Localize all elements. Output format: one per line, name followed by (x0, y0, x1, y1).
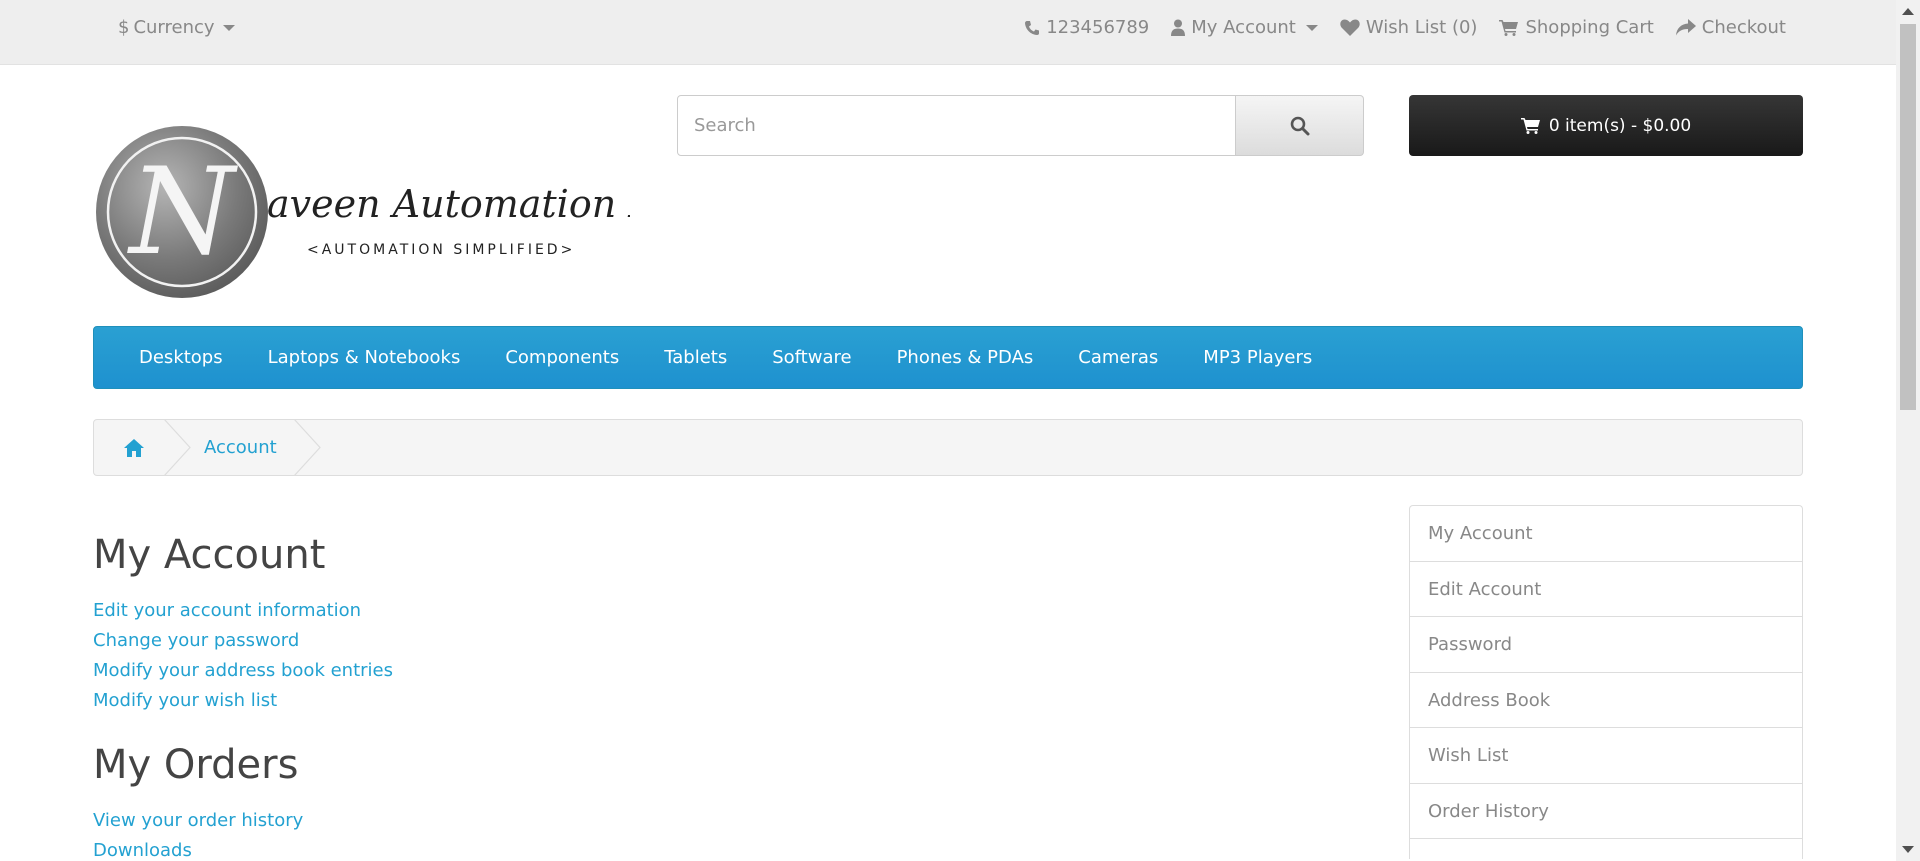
checkout-label: Checkout (1701, 17, 1786, 38)
scroll-down-arrow-icon[interactable] (1902, 846, 1914, 853)
currency-label: Currency (133, 17, 215, 38)
order-links: View your order history Downloads (93, 806, 303, 861)
sidebar-item-edit-account[interactable]: Edit Account (1410, 562, 1802, 617)
menu-item-cameras[interactable]: Cameras (1078, 347, 1158, 368)
main-menu: Desktops Laptops & Notebooks Components … (93, 326, 1803, 389)
address-book-link[interactable]: Modify your address book entries (93, 660, 393, 681)
wishlist-link[interactable]: Modify your wish list (93, 690, 277, 711)
breadcrumb-home[interactable] (94, 420, 174, 475)
wishlist-label: Wish List (0) (1365, 17, 1478, 38)
chevron-down-icon (1305, 24, 1318, 31)
sidebar-item-my-account[interactable]: My Account (1410, 506, 1802, 562)
list-item: Modify your wish list (93, 686, 393, 716)
user-icon (1171, 19, 1186, 36)
sidebar-item-order-history[interactable]: Order History (1410, 784, 1802, 839)
top-links: 123456789 My Account Wish List (0) Shopp… (1024, 17, 1786, 38)
list-item: Change your password (93, 626, 393, 656)
breadcrumb: Account (93, 419, 1803, 476)
breadcrumb-separator (164, 419, 191, 476)
checkout-link[interactable]: Checkout (1675, 17, 1786, 38)
top-bar: $ Currency 123456789 My Account Wish Lis… (0, 0, 1896, 65)
list-item: Modify your address book entries (93, 656, 393, 686)
sidebar-item-address-book[interactable]: Address Book (1410, 673, 1802, 728)
my-account-heading: My Account (93, 532, 326, 578)
heart-icon (1340, 19, 1360, 36)
currency-dropdown[interactable]: $ Currency (118, 17, 235, 38)
cart-button[interactable]: 0 item(s) - $0.00 (1409, 95, 1803, 156)
svg-text:<AUTOMATION SIMPLIFIED>: <AUTOMATION SIMPLIFIED> (307, 242, 575, 258)
list-item: Edit your account information (93, 596, 393, 626)
logo-image: N aveen Automation Labs <AUTOMATION SIMP… (96, 126, 720, 298)
phone-number: 123456789 (1046, 17, 1150, 38)
menu-item-phones-pdas[interactable]: Phones & PDAs (897, 347, 1034, 368)
my-account-dropdown[interactable]: My Account (1171, 17, 1318, 38)
page-scrollbar[interactable] (1896, 0, 1920, 861)
chevron-down-icon (222, 24, 235, 31)
scroll-thumb[interactable] (1900, 24, 1916, 410)
list-item: Downloads (93, 836, 303, 861)
change-password-link[interactable]: Change your password (93, 630, 299, 651)
order-history-link[interactable]: View your order history (93, 810, 303, 831)
menu-item-components[interactable]: Components (505, 347, 619, 368)
site-logo[interactable]: N aveen Automation Labs <AUTOMATION SIMP… (95, 125, 720, 300)
menu-item-tablets[interactable]: Tablets (664, 347, 727, 368)
list-item: View your order history (93, 806, 303, 836)
dollar-icon: $ (118, 17, 130, 38)
menu-item-software[interactable]: Software (772, 347, 851, 368)
search-button[interactable] (1236, 95, 1364, 156)
menu-item-laptops-notebooks[interactable]: Laptops & Notebooks (268, 347, 461, 368)
shopping-cart-label: Shopping Cart (1525, 17, 1654, 38)
my-account-label: My Account (1191, 17, 1296, 38)
svg-text:N: N (127, 143, 239, 282)
search-input[interactable] (677, 95, 1236, 156)
sidebar-item-wish-list[interactable]: Wish List (1410, 728, 1802, 784)
shopping-cart-icon (1499, 20, 1519, 36)
search-bar (677, 95, 1364, 156)
account-links: Edit your account information Change you… (93, 596, 393, 716)
menu-item-desktops[interactable]: Desktops (139, 347, 223, 368)
scroll-up-arrow-icon[interactable] (1902, 8, 1914, 15)
shopping-cart-link[interactable]: Shopping Cart (1499, 17, 1654, 38)
phone-link[interactable]: 123456789 (1024, 17, 1149, 38)
search-icon (1290, 116, 1309, 135)
cart-total: 0 item(s) - $0.00 (1548, 115, 1692, 136)
shopping-cart-icon (1520, 118, 1540, 134)
sidebar-item-partial[interactable] (1410, 839, 1802, 859)
account-sidebar: My Account Edit Account Password Address… (1409, 505, 1803, 859)
sidebar-item-password[interactable]: Password (1410, 617, 1802, 673)
menu-item-mp3-players[interactable]: MP3 Players (1203, 347, 1312, 368)
breadcrumb-separator (294, 419, 321, 476)
my-orders-heading: My Orders (93, 742, 299, 788)
home-icon (124, 438, 144, 457)
wishlist-link[interactable]: Wish List (0) (1340, 17, 1478, 38)
share-icon (1675, 19, 1696, 36)
downloads-link[interactable]: Downloads (93, 840, 192, 861)
phone-icon (1025, 20, 1040, 35)
breadcrumb-account[interactable]: Account (204, 437, 277, 458)
svg-text:aveen Automation Labs: aveen Automation Labs (267, 182, 630, 226)
edit-account-link[interactable]: Edit your account information (93, 600, 361, 621)
